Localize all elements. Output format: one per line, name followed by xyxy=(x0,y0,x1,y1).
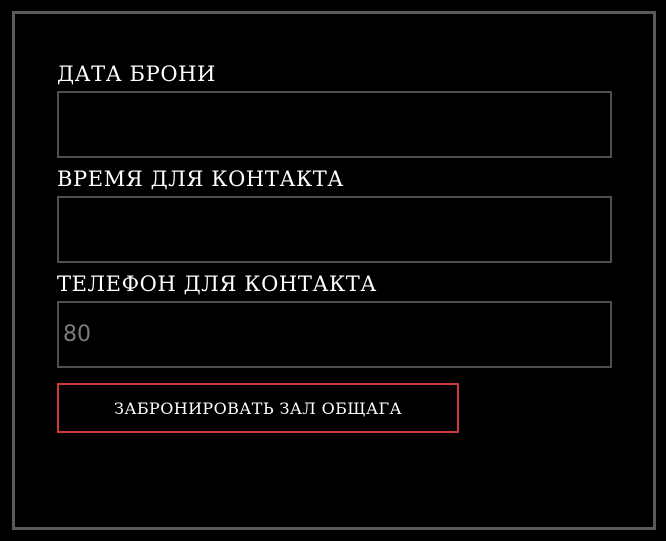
booking-form-frame: ДАТА БРОНИ ВРЕМЯ ДЛЯ КОНТАКТА ТЕЛЕФОН ДЛ… xyxy=(12,11,656,530)
booking-form: ДАТА БРОНИ ВРЕМЯ ДЛЯ КОНТАКТА ТЕЛЕФОН ДЛ… xyxy=(57,60,612,433)
date-label: ДАТА БРОНИ xyxy=(57,62,216,86)
contact-time-label: ВРЕМЯ ДЛЯ КОНТАКТА xyxy=(57,167,344,191)
contact-phone-input[interactable] xyxy=(57,301,612,368)
book-hall-button[interactable]: ЗАБРОНИРОВАТЬ ЗАЛ ОБЩАГА xyxy=(57,383,459,433)
date-input[interactable] xyxy=(57,91,612,158)
contact-time-input[interactable] xyxy=(57,196,612,263)
contact-phone-label: ТЕЛЕФОН ДЛЯ КОНТАКТА xyxy=(57,272,377,296)
